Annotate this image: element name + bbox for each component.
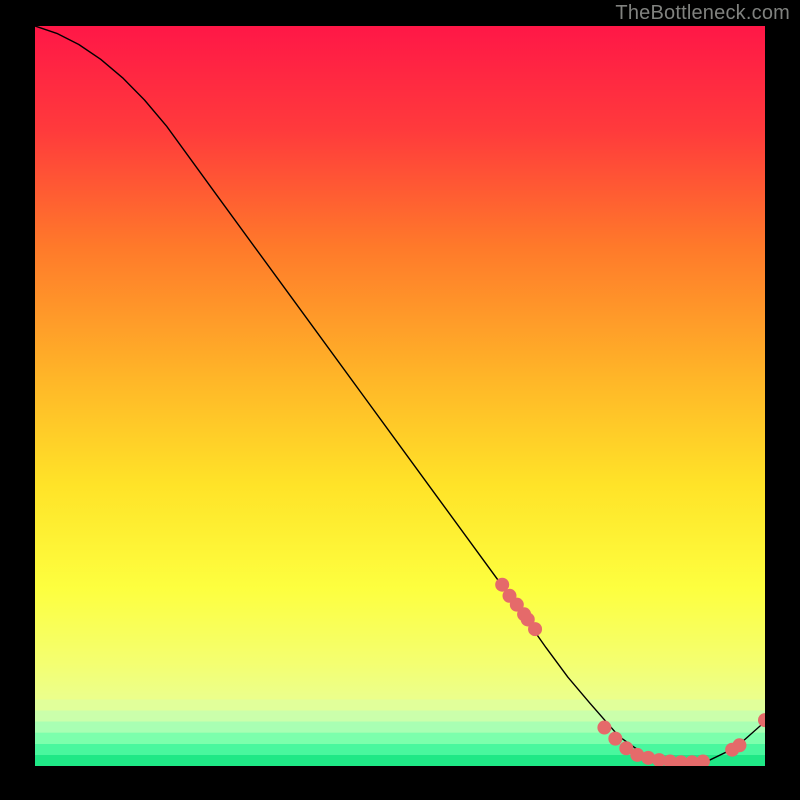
chart-frame: TheBottleneck.com bbox=[0, 0, 800, 800]
series-dot bbox=[608, 732, 622, 746]
plot-area bbox=[35, 26, 765, 766]
series-dot bbox=[528, 622, 542, 636]
series-dot bbox=[758, 713, 765, 727]
series-curve bbox=[35, 26, 765, 763]
series-dot bbox=[696, 755, 710, 766]
plot-data-layer bbox=[35, 26, 765, 766]
series-dot bbox=[597, 721, 611, 735]
watermark-text: TheBottleneck.com bbox=[615, 2, 790, 25]
series-dot bbox=[732, 738, 746, 752]
